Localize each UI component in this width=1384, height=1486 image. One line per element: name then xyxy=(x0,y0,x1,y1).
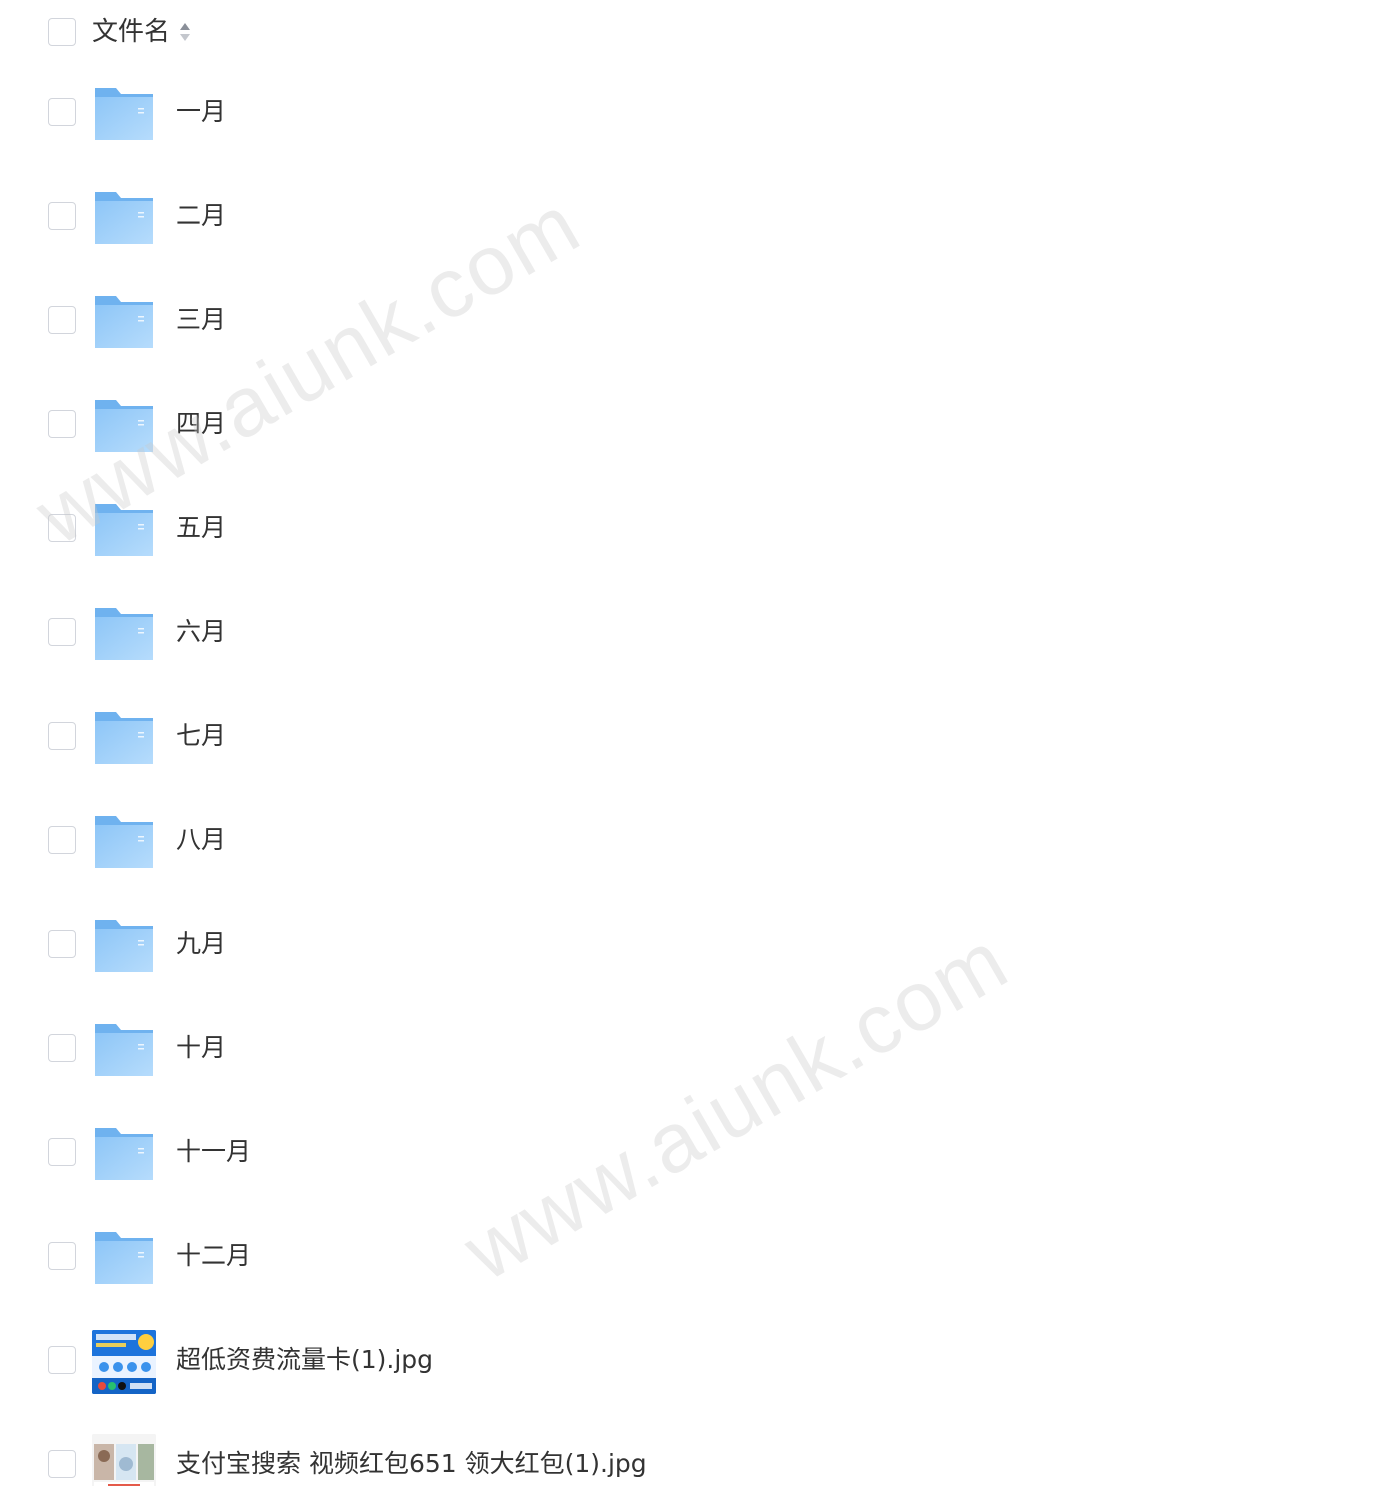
folder-name[interactable]: 三月 xyxy=(176,302,226,338)
folder-name[interactable]: 十一月 xyxy=(176,1134,251,1170)
image-thumbnail-icon xyxy=(92,1330,156,1394)
folder-name[interactable]: 六月 xyxy=(176,614,226,650)
file-row[interactable]: 超低资费流量卡(1).jpg xyxy=(0,1310,1384,1414)
folder-icon xyxy=(95,1024,153,1076)
row-checkbox[interactable] xyxy=(48,1346,76,1374)
folder-name[interactable]: 七月 xyxy=(176,718,226,754)
file-name[interactable]: 超低资费流量卡(1).jpg xyxy=(176,1342,433,1378)
folder-name[interactable]: 一月 xyxy=(176,94,226,130)
folder-name[interactable]: 四月 xyxy=(176,406,226,442)
folder-name[interactable]: 五月 xyxy=(176,510,226,546)
folder-row[interactable]: 八月 xyxy=(0,790,1384,894)
row-checkbox[interactable] xyxy=(48,618,76,646)
select-all-checkbox[interactable] xyxy=(48,18,76,46)
folder-icon xyxy=(95,608,153,660)
folder-icon xyxy=(95,712,153,764)
row-checkbox[interactable] xyxy=(48,930,76,958)
folder-icon xyxy=(95,88,153,140)
folder-row[interactable]: 六月 xyxy=(0,582,1384,686)
folder-name[interactable]: 九月 xyxy=(176,926,226,962)
row-checkbox[interactable] xyxy=(48,1242,76,1270)
row-checkbox[interactable] xyxy=(48,306,76,334)
folder-icon xyxy=(95,816,153,868)
row-checkbox[interactable] xyxy=(48,514,76,542)
sort-icon[interactable] xyxy=(178,20,192,44)
folder-row[interactable]: 十二月 xyxy=(0,1206,1384,1310)
folder-row[interactable]: 十月 xyxy=(0,998,1384,1102)
folder-row[interactable]: 十一月 xyxy=(0,1102,1384,1206)
row-checkbox[interactable] xyxy=(48,1450,76,1478)
folder-row[interactable]: 四月 xyxy=(0,374,1384,478)
row-checkbox[interactable] xyxy=(48,826,76,854)
folder-name[interactable]: 二月 xyxy=(176,198,226,234)
folder-row[interactable]: 三月 xyxy=(0,270,1384,374)
folder-row[interactable]: 五月 xyxy=(0,478,1384,582)
folder-icon xyxy=(95,400,153,452)
file-name[interactable]: 支付宝搜索 视频红包651 领大红包(1).jpg xyxy=(176,1446,647,1482)
folder-name[interactable]: 十月 xyxy=(176,1030,226,1066)
folder-icon xyxy=(95,920,153,972)
folder-row[interactable]: 二月 xyxy=(0,166,1384,270)
folder-row[interactable]: 九月 xyxy=(0,894,1384,998)
folder-icon xyxy=(95,1128,153,1180)
file-list: 一月 二月 三月 四月 五月 六月 七月 八月 九月 十月 十一月 十二月 超低… xyxy=(0,62,1384,1486)
row-checkbox[interactable] xyxy=(48,98,76,126)
file-browser: 文件名 一月 二月 三月 四月 五月 六月 七月 八月 九月 十月 十一月 十二… xyxy=(0,0,1384,1486)
image-thumbnail-icon xyxy=(92,1434,156,1486)
folder-row[interactable]: 七月 xyxy=(0,686,1384,790)
folder-icon xyxy=(95,504,153,556)
folder-icon xyxy=(95,1232,153,1284)
file-row[interactable]: 支付宝搜索 视频红包651 领大红包(1).jpg xyxy=(0,1414,1384,1486)
row-checkbox[interactable] xyxy=(48,1034,76,1062)
folder-row[interactable]: 一月 xyxy=(0,62,1384,166)
folder-icon xyxy=(95,296,153,348)
folder-icon xyxy=(95,192,153,244)
file-list-header: 文件名 xyxy=(0,0,1384,66)
column-header-filename[interactable]: 文件名 xyxy=(92,14,170,50)
row-checkbox[interactable] xyxy=(48,1138,76,1166)
folder-name[interactable]: 十二月 xyxy=(176,1238,251,1274)
row-checkbox[interactable] xyxy=(48,722,76,750)
row-checkbox[interactable] xyxy=(48,410,76,438)
folder-name[interactable]: 八月 xyxy=(176,822,226,858)
row-checkbox[interactable] xyxy=(48,202,76,230)
